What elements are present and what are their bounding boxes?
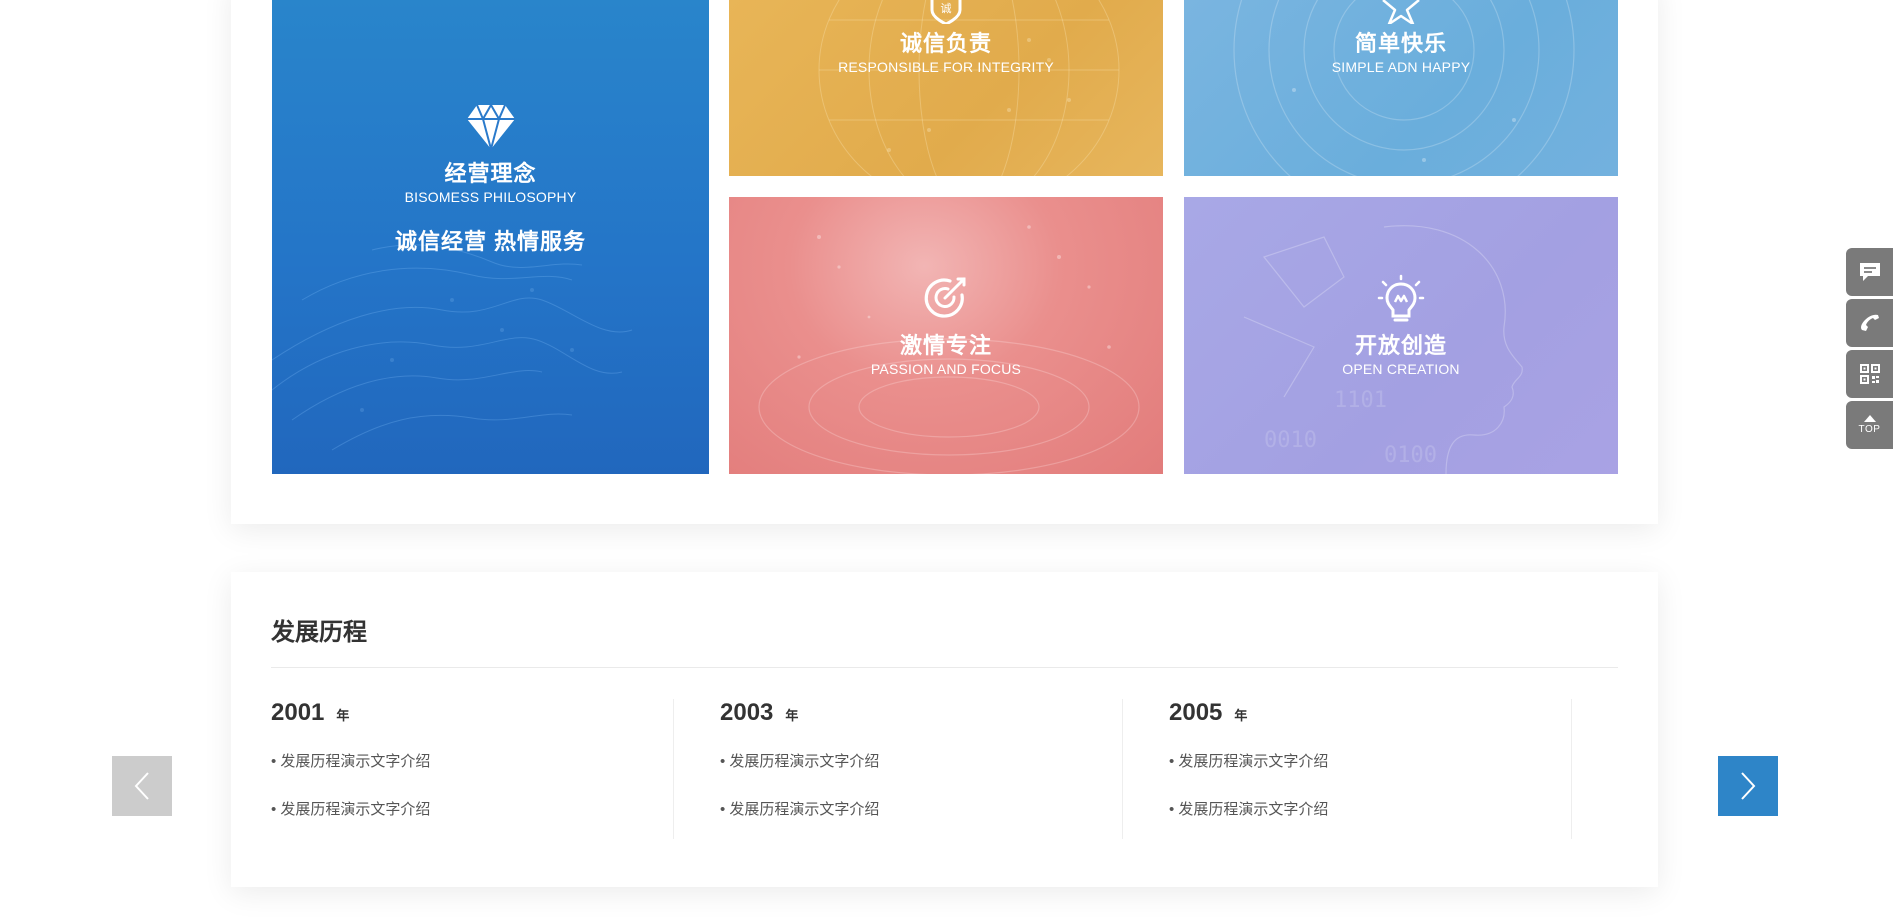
history-card: 发展历程 2001 年 • 发展历程演示文字介绍 • 发展历程演示文字介绍 20…	[231, 572, 1658, 887]
history-divider	[271, 667, 1618, 668]
tile-open-content: 开放创造 OPEN CREATION	[1184, 272, 1618, 378]
year-unit: 年	[785, 708, 799, 723]
tile-open-creation[interactable]: 0010 1101 0100 开放创造 OPEN CREATION	[1184, 197, 1618, 474]
history-item: • 发展历程演示文字介绍	[1169, 801, 1329, 818]
history-item: • 发展历程演示文字介绍	[720, 753, 880, 770]
business-slogan: 诚信经营 热情服务	[394, 229, 587, 254]
history-year-2005: 2005 年 • 发展历程演示文字介绍 • 发展历程演示文字介绍	[1169, 699, 1569, 839]
year-unit: 年	[1234, 708, 1248, 723]
year-separator	[673, 699, 674, 839]
tile-integrity[interactable]: 诚 诚信负责 RESPONSIBLE FOR INTEGRITY	[729, 0, 1163, 176]
target-icon	[919, 272, 973, 326]
history-item: • 发展历程演示文字介绍	[271, 753, 431, 770]
phone-icon	[1860, 314, 1879, 331]
tile-business-philosophy[interactable]: 经营理念 BISOMESS PHILOSOPHY 诚信经营 热情服务	[272, 0, 709, 474]
tile-business-content: 经营理念 BISOMESS PHILOSOPHY 诚信经营 热情服务	[272, 100, 709, 256]
happy-title: 简单快乐	[1354, 31, 1447, 56]
year-number: 2005	[1169, 699, 1223, 726]
integrity-title: 诚信负责	[899, 31, 992, 56]
history-item: • 发展历程演示文字介绍	[1169, 753, 1329, 770]
open-subtitle: OPEN CREATION	[1342, 361, 1460, 377]
qrcode-button[interactable]	[1846, 350, 1893, 398]
year-heading: 2001 年	[271, 699, 671, 727]
open-title: 开放创造	[1354, 333, 1447, 358]
floating-toolbar: TOP	[1846, 248, 1893, 452]
tile-happy-content: 简单快乐 SIMPLE ADN HAPPY	[1184, 0, 1618, 76]
tile-simple-happy[interactable]: 简单快乐 SIMPLE ADN HAPPY	[1184, 0, 1618, 176]
lightbulb-icon	[1374, 272, 1428, 326]
tile-integrity-content: 诚 诚信负责 RESPONSIBLE FOR INTEGRITY	[729, 0, 1163, 76]
svg-text:1101: 1101	[1334, 388, 1387, 413]
svg-text:0010: 0010	[1264, 428, 1317, 453]
tile-passion-focus[interactable]: 激情专注 PASSION AND FOCUS	[729, 197, 1163, 474]
business-subtitle: BISOMESS PHILOSOPHY	[404, 189, 577, 205]
history-next-button[interactable]	[1718, 756, 1778, 816]
integrity-subtitle: RESPONSIBLE FOR INTEGRITY	[838, 59, 1054, 75]
passion-title: 激情专注	[899, 333, 992, 358]
year-number: 2001	[271, 699, 325, 726]
history-title: 发展历程	[271, 619, 367, 646]
passion-subtitle: PASSION AND FOCUS	[870, 361, 1022, 377]
back-to-top-button[interactable]: TOP	[1846, 401, 1893, 449]
year-separator	[1122, 699, 1123, 839]
message-button[interactable]	[1846, 248, 1893, 296]
history-item: • 发展历程演示文字介绍	[271, 801, 431, 818]
history-year-2003: 2003 年 • 发展历程演示文字介绍 • 发展历程演示文字介绍	[720, 699, 1120, 839]
diamond-icon	[464, 100, 518, 154]
year-heading: 2003 年	[720, 699, 1120, 727]
svg-text:诚: 诚	[941, 2, 952, 15]
phone-button[interactable]	[1846, 299, 1893, 347]
year-number: 2003	[720, 699, 774, 726]
year-separator	[1571, 699, 1572, 839]
tile-passion-content: 激情专注 PASSION AND FOCUS	[729, 272, 1163, 378]
top-label: TOP	[1858, 423, 1881, 435]
arrow-up-icon	[1863, 414, 1876, 422]
history-item: • 发展历程演示文字介绍	[720, 801, 880, 818]
year-heading: 2005 年	[1169, 699, 1569, 727]
history-year-2001: 2001 年 • 发展历程演示文字介绍 • 发展历程演示文字介绍	[271, 699, 671, 839]
star-icon	[1374, 0, 1428, 24]
integrity-badge-icon: 诚	[919, 0, 973, 24]
history-prev-button[interactable]	[112, 756, 172, 816]
chevron-right-icon	[1741, 772, 1756, 800]
business-title: 经营理念	[444, 161, 537, 186]
happy-subtitle: SIMPLE ADN HAPPY	[1331, 59, 1471, 75]
qrcode-icon	[1859, 364, 1880, 384]
message-icon	[1859, 263, 1880, 281]
chevron-left-icon	[134, 772, 149, 800]
year-unit: 年	[336, 708, 350, 723]
svg-text:0100: 0100	[1384, 443, 1437, 468]
